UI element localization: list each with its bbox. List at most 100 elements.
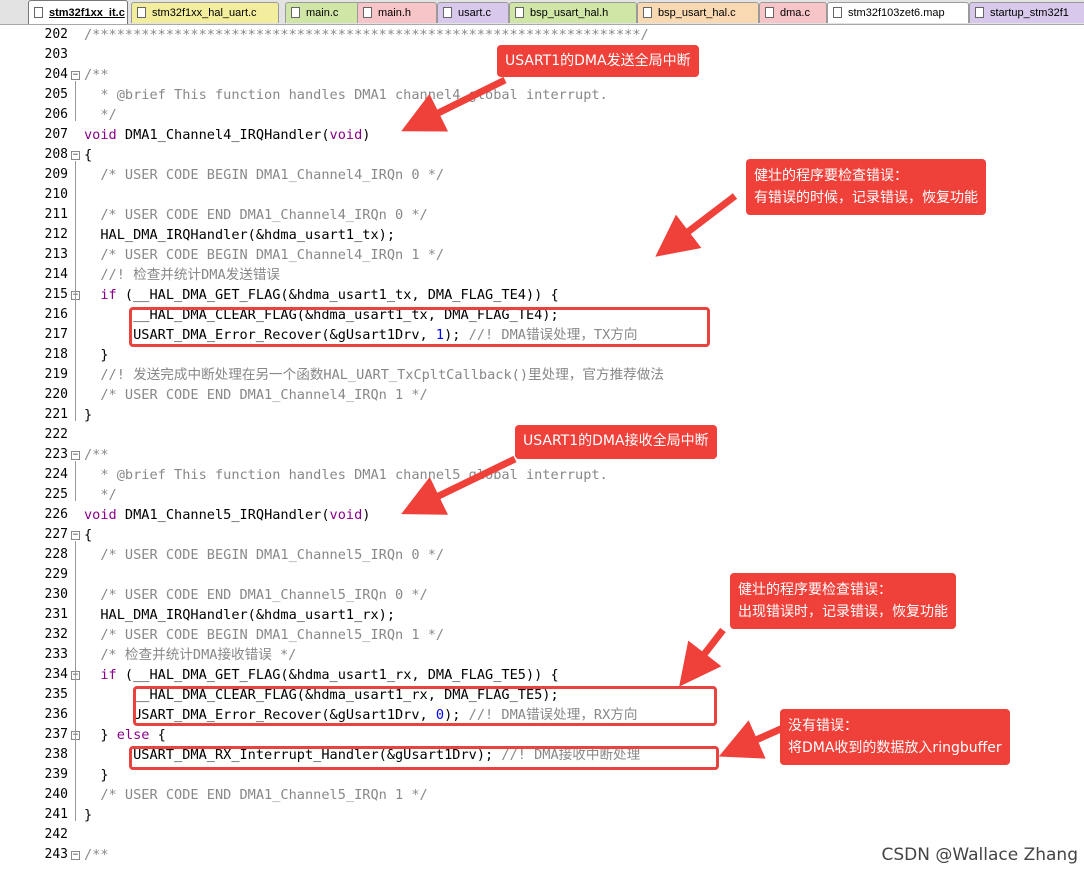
code-line[interactable]: } <box>84 765 108 785</box>
line-number: 209 <box>44 167 68 182</box>
line-number: 239 <box>44 767 68 782</box>
code-token: /* USER CODE END DMA1_Channel4_IRQn 0 */ <box>84 207 428 223</box>
tab-8[interactable]: stm32f103zet6.map <box>827 2 969 23</box>
code-line[interactable]: { <box>84 145 92 165</box>
code-token: * @brief This function handles DMA1 chan… <box>84 87 608 103</box>
file-icon <box>643 7 652 18</box>
callout-no-error-line2: 将DMA收到的数据放入ringbuffer <box>788 740 1002 756</box>
code-token: /***************************************… <box>84 27 649 43</box>
code-line[interactable]: void DMA1_Channel5_IRQHandler(void) <box>84 505 370 525</box>
code-line[interactable]: /* USER CODE END DMA1_Channel4_IRQn 1 */ <box>84 385 427 405</box>
code-token: { <box>84 147 93 163</box>
tab-label: usart.c <box>458 7 492 19</box>
code-line[interactable]: /** <box>84 445 109 465</box>
line-number: 223 <box>44 447 68 462</box>
code-line[interactable]: /** <box>84 65 109 85</box>
line-number: 213 <box>44 247 68 262</box>
code-line[interactable]: /* USER CODE END DMA1_Channel5_IRQn 1 */ <box>84 785 428 805</box>
highlight-rx-error-handling <box>133 686 717 726</box>
code-line[interactable]: } <box>84 345 108 365</box>
fold-guide <box>75 301 76 361</box>
code-line[interactable]: } <box>84 805 92 825</box>
code-line[interactable]: * @brief This function handles DMA1 chan… <box>84 85 608 105</box>
code-line[interactable]: { <box>84 525 92 545</box>
tab-label: stm32f1xx_it.c <box>49 7 125 19</box>
line-number-gutter: 202 203 204−205 206 207 208−209 210 211 212 213 21… <box>0 25 82 871</box>
tab-label: bsp_usart_hal.h <box>530 7 609 19</box>
code-line[interactable]: /* USER CODE BEGIN DMA1_Channel5_IRQn 1 … <box>84 625 444 645</box>
code-line[interactable]: /* USER CODE BEGIN DMA1_Channel5_IRQn 0 … <box>84 545 444 565</box>
code-token: /* 检查并统计DMA接收错误 */ <box>84 647 297 663</box>
tab-9[interactable]: startup_stm32f1 <box>969 2 1084 23</box>
callout-rx-error: 健壮的程序要检查错误： 出现错误时，记录错误，恢复功能 <box>730 573 956 629</box>
fold-toggle-icon[interactable]: − <box>71 151 80 160</box>
tab-1[interactable]: stm32f1xx_hal_uart.c <box>131 2 279 23</box>
code-line[interactable]: */ <box>84 105 116 125</box>
tab-0[interactable]: stm32f1xx_it.c <box>28 0 128 24</box>
code-token: /* USER CODE BEGIN DMA1_Channel4_IRQn 0 … <box>84 167 445 183</box>
line-number: 236 <box>44 707 68 722</box>
fold-toggle-icon[interactable]: − <box>71 71 80 80</box>
tab-5[interactable]: bsp_usart_hal.h <box>509 2 637 23</box>
code-token: else <box>116 727 150 743</box>
watermark: CSDN @Wallace Zhang <box>881 845 1079 865</box>
code-line[interactable]: if (__HAL_DMA_GET_FLAG(&hdma_usart1_tx, … <box>84 285 558 305</box>
line-number: 205 <box>44 87 68 102</box>
line-number: 227 <box>44 527 68 542</box>
line-number: 225 <box>44 487 68 502</box>
code-token: } <box>84 807 93 823</box>
code-token: /** <box>84 447 109 463</box>
file-icon <box>833 7 842 18</box>
file-icon <box>363 7 372 18</box>
code-line[interactable]: HAL_DMA_IRQHandler(&hdma_usart1_tx); <box>84 225 395 245</box>
code-line[interactable]: //! 发送完成中断处理在另一个函数HAL_UART_TxCpltCallbac… <box>84 365 664 385</box>
fold-guide <box>75 161 76 421</box>
code-token: HAL_DMA_IRQHandler(&hdma_usart1_tx); <box>84 227 395 243</box>
tab-label: main.h <box>378 7 412 19</box>
code-line[interactable]: /* USER CODE BEGIN DMA1_Channel4_IRQn 0 … <box>84 165 444 185</box>
code-token: } <box>84 727 117 743</box>
code-line[interactable]: /* USER CODE END DMA1_Channel4_IRQn 0 */ <box>84 205 428 225</box>
file-icon <box>34 7 43 18</box>
code-token: DMA1_Channel4_IRQHandler( <box>116 127 330 143</box>
code-line[interactable]: } else { <box>84 725 166 745</box>
code-line[interactable]: */ <box>84 485 116 505</box>
code-token: void <box>84 127 117 143</box>
code-line[interactable]: /* USER CODE BEGIN DMA1_Channel4_IRQn 1 … <box>84 245 444 265</box>
code-token: /* USER CODE END DMA1_Channel5_IRQn 1 */ <box>84 787 428 803</box>
fold-toggle-icon[interactable]: − <box>71 851 80 860</box>
code-line[interactable]: /***************************************… <box>84 25 649 45</box>
fold-toggle-icon[interactable]: − <box>71 531 80 540</box>
file-icon <box>443 7 452 18</box>
fold-toggle-icon[interactable]: − <box>71 451 80 460</box>
callout-tx-irq: USART1的DMA发送全局中断 <box>497 45 699 77</box>
line-number: 224 <box>44 467 68 482</box>
tab-4[interactable]: usart.c <box>437 2 509 23</box>
tab-label: stm32f103zet6.map <box>848 7 945 19</box>
code-line[interactable]: //! 检查并统计DMA发送错误 <box>84 265 280 285</box>
tab-label: startup_stm32f1 <box>990 7 1069 19</box>
line-number: 233 <box>44 647 68 662</box>
code-line[interactable]: void DMA1_Channel4_IRQHandler(void) <box>84 125 370 145</box>
line-number: 222 <box>44 427 68 442</box>
tab-2[interactable]: main.c <box>285 2 361 23</box>
line-number: 203 <box>44 47 68 62</box>
callout-rx-irq: USART1的DMA接收全局中断 <box>515 425 717 459</box>
code-line[interactable]: /* USER CODE END DMA1_Channel5_IRQn 0 */ <box>84 585 427 605</box>
tab-label: dma.c <box>780 7 810 19</box>
code-line[interactable]: /* 检查并统计DMA接收错误 */ <box>84 645 296 665</box>
code-token: /** <box>84 67 109 83</box>
code-line[interactable]: /** <box>84 845 109 865</box>
tab-6[interactable]: bsp_usart_hal.c <box>637 2 759 23</box>
line-number: 212 <box>44 227 68 242</box>
line-number: 202 <box>44 27 68 42</box>
code-line[interactable]: HAL_DMA_IRQHandler(&hdma_usart1_rx); <box>84 605 395 625</box>
code-line[interactable]: * @brief This function handles DMA1 chan… <box>84 465 607 485</box>
callout-tx-error: 健壮的程序要检查错误： 有错误的时候，记录错误，恢复功能 <box>746 159 986 215</box>
tab-7[interactable]: dma.c <box>759 2 827 23</box>
code-token: DMA1_Channel5_IRQHandler( <box>116 507 330 523</box>
code-token: void <box>329 127 363 143</box>
code-line[interactable]: if (__HAL_DMA_GET_FLAG(&hdma_usart1_rx, … <box>84 665 558 685</box>
tab-3[interactable]: main.h <box>357 2 437 23</box>
code-line[interactable]: } <box>84 405 92 425</box>
